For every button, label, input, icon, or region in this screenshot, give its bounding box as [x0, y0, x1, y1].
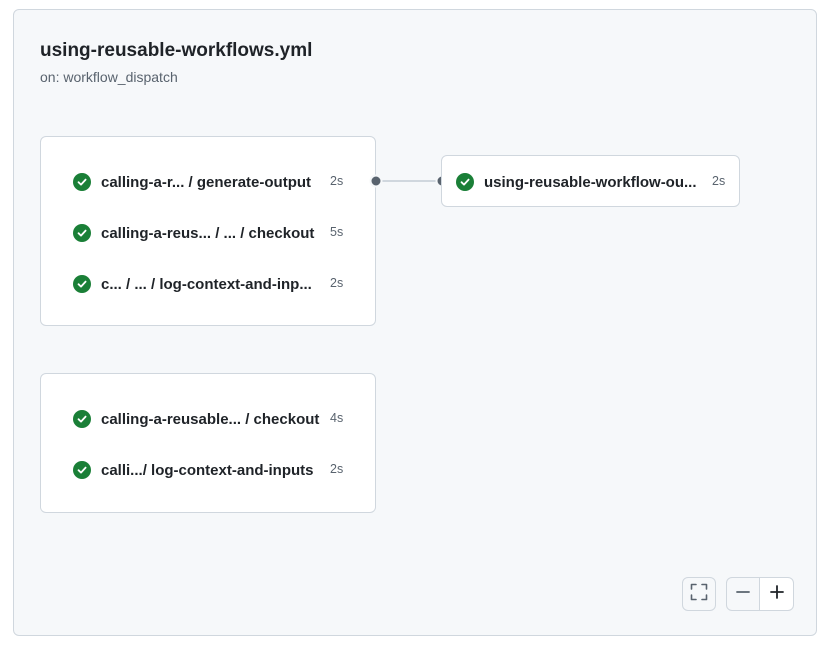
downstream-job-card[interactable]: using-reusable-workflow-ou... 2s	[441, 155, 740, 207]
workflow-graph-panel: using-reusable-workflows.yml on: workflo…	[13, 9, 817, 636]
success-check-icon	[456, 173, 474, 191]
job-row[interactable]: using-reusable-workflow-ou...	[456, 170, 697, 194]
job-duration: 5s	[330, 225, 344, 239]
job-duration: 2s	[330, 174, 344, 188]
zoom-in-button[interactable]	[759, 577, 794, 611]
job-duration: 2s	[330, 462, 344, 476]
job-row[interactable]: calling-a-reusable... / checkout	[73, 407, 319, 431]
success-check-icon	[73, 275, 91, 293]
minus-icon	[735, 584, 751, 605]
job-name: c... / ... / log-context-and-inp...	[101, 275, 312, 293]
job-name: calling-a-r... / generate-output	[101, 173, 312, 191]
job-row[interactable]: c... / ... / log-context-and-inp...	[73, 272, 312, 296]
success-check-icon	[73, 410, 91, 428]
connector-start-dot	[369, 174, 383, 188]
job-duration: 2s	[712, 174, 726, 188]
job-row[interactable]: calling-a-r... / generate-output	[73, 170, 311, 194]
job-row[interactable]: calli.../ log-context-and-inputs	[73, 458, 314, 482]
job-row[interactable]: calling-a-reus... / ... / checkout	[73, 221, 314, 245]
job-group-2: calling-a-reusable... / checkout 4s call…	[40, 373, 376, 513]
job-group-1: calling-a-r... / generate-output 2s call…	[40, 136, 376, 326]
job-name: using-reusable-workflow-ou...	[484, 173, 697, 191]
job-name: calling-a-reusable... / checkout	[101, 410, 320, 428]
workflow-trigger: on: workflow_dispatch	[40, 69, 178, 85]
job-connector	[369, 174, 448, 188]
job-duration: 2s	[330, 276, 344, 290]
job-name: calling-a-reus... / ... / checkout	[101, 224, 315, 242]
zoom-out-button[interactable]	[726, 577, 760, 611]
fullscreen-icon	[690, 583, 708, 606]
success-check-icon	[73, 173, 91, 191]
plus-icon	[769, 584, 785, 605]
workflow-title: using-reusable-workflows.yml	[40, 40, 313, 61]
success-check-icon	[73, 224, 91, 242]
job-name: calli.../ log-context-and-inputs	[101, 461, 314, 479]
job-duration: 4s	[330, 411, 344, 425]
success-check-icon	[73, 461, 91, 479]
fullscreen-button[interactable]	[682, 577, 716, 611]
